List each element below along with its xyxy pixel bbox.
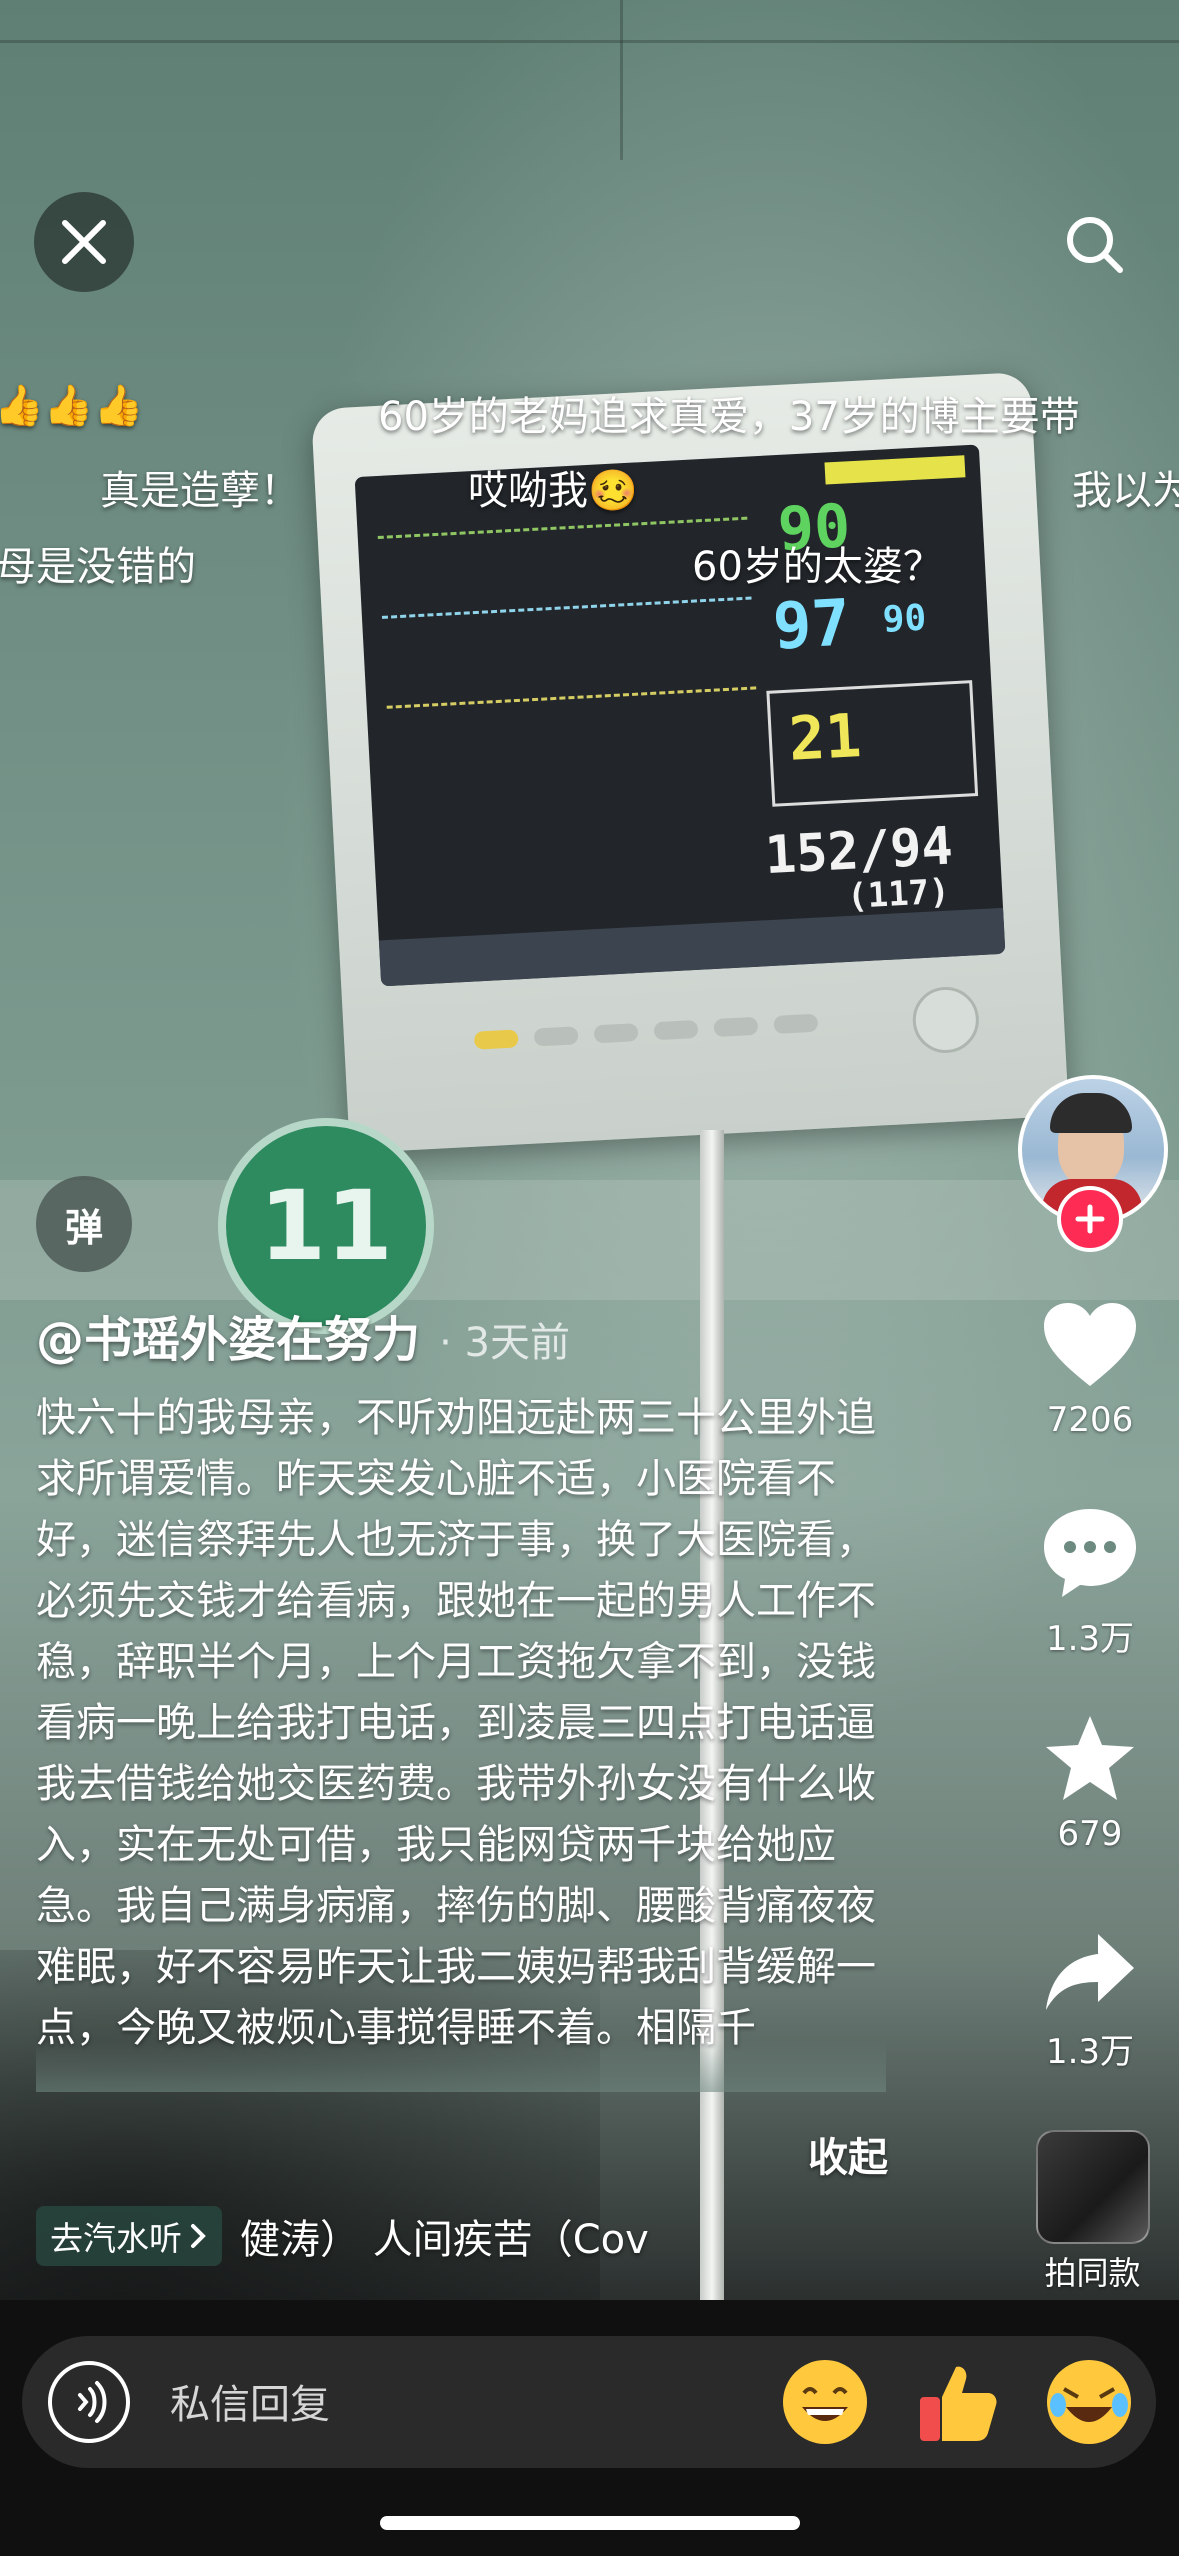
share-button[interactable]: 1.3万 [1030, 1930, 1150, 2073]
danmaku-toggle-button[interactable]: 弹 [36, 1176, 132, 1272]
danmaku-comment: 60岁的老妈追求真爱，37岁的博主要带 [378, 394, 1080, 440]
monitor-screen: 90 97 90 21 152/94 (117) [354, 444, 1006, 987]
sound-wave-icon [78, 2381, 107, 2423]
danmaku-comment: 哎呦我🥴 [468, 468, 638, 514]
close-button[interactable] [34, 192, 134, 292]
comment-count: 1.3万 [1045, 1619, 1135, 1659]
chevron-right-icon [191, 2224, 206, 2248]
search-button[interactable] [1050, 200, 1140, 290]
patient-monitor: 90 97 90 21 152/94 (117) [310, 371, 1070, 1154]
danmaku-comment: 60岁的太婆？ [692, 544, 943, 590]
heart-icon [1044, 1303, 1136, 1386]
ceiling-line [620, 0, 623, 160]
shoot-same-label: 拍同款 [1044, 2254, 1141, 2292]
author-row: @书瑶外婆在努力 · 3天前 [36, 1300, 570, 1370]
author-name[interactable]: @书瑶外婆在努力 [36, 1312, 420, 1368]
home-indicator [380, 2516, 800, 2530]
plus-icon [1075, 1204, 1105, 1234]
music-chip-label: 去汽水听 [50, 2219, 182, 2258]
favorite-button[interactable]: 679 [1030, 1712, 1150, 1854]
favorite-count: 679 [1057, 1814, 1123, 1854]
search-icon [1067, 217, 1123, 273]
music-track-title[interactable]: 健涛） 人间疾苦（Cov [240, 2207, 740, 2265]
reply-input-placeholder[interactable]: 私信回复 [170, 2372, 330, 2430]
like-count: 7206 [1046, 1400, 1134, 1440]
rofl-face-icon[interactable] [1044, 2357, 1134, 2447]
music-disc-thumbnail [1035, 2130, 1150, 2244]
ceiling-line [0, 40, 1179, 43]
share-count: 1.3万 [1045, 2032, 1135, 2072]
comment-icon [1044, 1509, 1136, 1597]
resp-wave [386, 686, 759, 749]
description-fade [36, 2040, 886, 2092]
voice-input-button[interactable] [48, 2361, 130, 2443]
share-arrow-icon [1046, 1934, 1134, 2010]
comment-button[interactable]: 1.3万 [1030, 1505, 1150, 1660]
open-in-qishui-button[interactable]: 去汽水听 [36, 2206, 222, 2266]
music-row: 去汽水听 健涛） 人间疾苦（Cov [36, 2206, 740, 2266]
shoot-same-button[interactable]: 拍同款 [1030, 2130, 1155, 2294]
video-description[interactable]: 快六十的我母亲，不听劝阻远赴两三十公里外追求所谓爱情。昨天突发心脏不适，小医院看… [36, 1388, 886, 2092]
danmaku-toggle-label: 弹 [64, 1205, 103, 1250]
monitor-softkeys [378, 907, 1006, 987]
star-icon [1046, 1716, 1134, 1800]
close-icon [62, 220, 106, 264]
danmaku-comment: 母是没错的 [0, 544, 196, 590]
collapse-button[interactable]: 收起 [808, 2125, 888, 2183]
danmaku-comment: 我以为 [1072, 468, 1179, 514]
post-time: · 3天前 [439, 1320, 570, 1366]
grinning-face-icon[interactable] [780, 2357, 870, 2447]
danmaku-comment: 👍👍👍 [0, 383, 144, 429]
thumbs-up-icon[interactable] [912, 2357, 1002, 2447]
wall-panel [0, 1180, 1179, 1300]
spo2-wave [381, 596, 754, 659]
alarm-bar [824, 455, 966, 485]
monitor-controls [383, 984, 1011, 1097]
like-button[interactable]: 7206 [1030, 1300, 1150, 1440]
follow-button[interactable] [1057, 1186, 1123, 1252]
danmaku-comment: 真是造孽！ [100, 468, 300, 514]
